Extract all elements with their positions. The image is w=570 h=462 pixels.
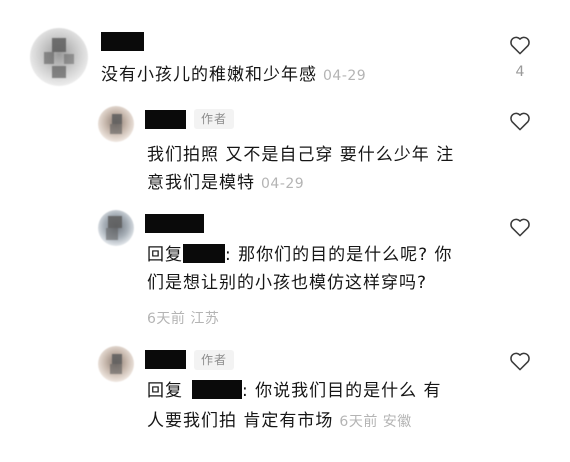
avatar[interactable] [98,106,134,142]
redacted-mention [183,244,225,263]
avatar[interactable] [98,346,134,382]
redacted-username [145,110,186,129]
reply-meta: 6天前 江苏 [147,311,220,327]
redacted-mention [192,380,242,399]
reply-prefix: 回复 [147,245,183,265]
comment-time: 04-29 [323,68,367,84]
author-badge: 作者 [194,350,235,370]
reply-prefix: 回复 [147,381,183,401]
heart-outline-icon[interactable] [509,111,531,131]
heart-outline-icon[interactable] [509,35,531,55]
reply-text-line1: 回复 : 那你们的目的是什么呢? 你 [147,244,453,266]
redacted-username [145,214,204,233]
reply-text-line2: 意我们是模特 04-29 [147,172,304,195]
reply-body-line1: : 你说我们目的是什么 有 [242,381,442,401]
avatar[interactable] [30,28,88,86]
reply-meta: 6天前 安徽 [339,414,412,430]
comment-text: 没有小孩儿的稚嫩和少年感 04-29 [101,64,366,87]
reply-body-line1: : 那你们的目的是什么呢? 你 [225,245,453,265]
reply-text-line2: 们是想让别的小孩也模仿这样穿吗? [147,273,428,293]
avatar[interactable] [98,210,134,246]
reply-text-line1: 回复 : 你说我们目的是什么 有 [147,380,442,402]
reply-text-line1: 我们拍照 又不是自己穿 要什么少年 注 [147,145,455,165]
reply-body: 人要我们拍 肯定有市场 [147,411,334,431]
comment-body: 没有小孩儿的稚嫩和少年感 [101,65,317,85]
reply-text-line2: 人要我们拍 肯定有市场 6天前 安徽 [147,410,412,433]
author-badge: 作者 [194,109,235,129]
redacted-username [101,32,144,51]
redacted-username [145,350,186,369]
heart-outline-icon[interactable] [509,217,531,237]
like-count: 4 [515,64,525,80]
reply-time: 04-29 [261,176,305,192]
reply-body: 意我们是模特 [147,173,255,193]
heart-outline-icon[interactable] [509,351,531,371]
